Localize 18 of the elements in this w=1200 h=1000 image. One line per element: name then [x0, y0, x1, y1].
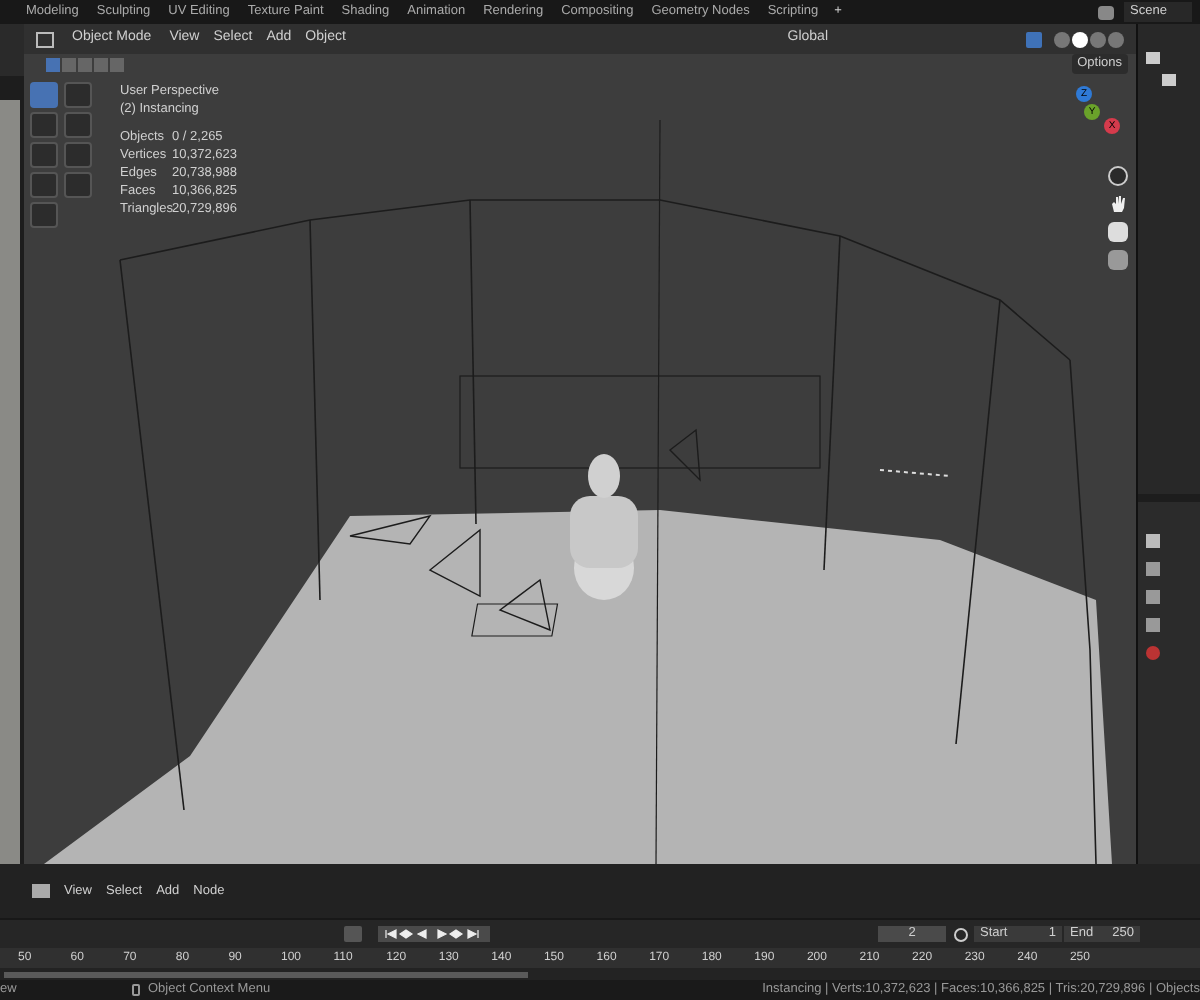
select-mode-icon[interactable]: [62, 57, 76, 71]
shading-mode-icon[interactable]: [1072, 31, 1088, 47]
select-mode-icon[interactable]: [94, 57, 108, 71]
xray-icon[interactable]: [1026, 31, 1042, 47]
empty-object-marker: [879, 469, 951, 477]
editor-type-icon[interactable]: [36, 31, 54, 47]
record-button[interactable]: [344, 926, 362, 942]
zoom-icon[interactable]: [1108, 166, 1128, 186]
stopwatch-icon[interactable]: [954, 927, 968, 941]
grid-icon[interactable]: [1108, 250, 1128, 270]
hand-icon[interactable]: [1108, 194, 1128, 214]
select-mode-icon[interactable]: [110, 57, 124, 71]
select-mode-icon[interactable]: [78, 57, 92, 71]
mouse-icon: [132, 984, 140, 996]
world-icon[interactable]: [1146, 646, 1160, 660]
camera-icon[interactable]: [1108, 222, 1128, 242]
playback-controls[interactable]: [378, 926, 490, 942]
select-mode-icon[interactable]: [46, 57, 60, 71]
